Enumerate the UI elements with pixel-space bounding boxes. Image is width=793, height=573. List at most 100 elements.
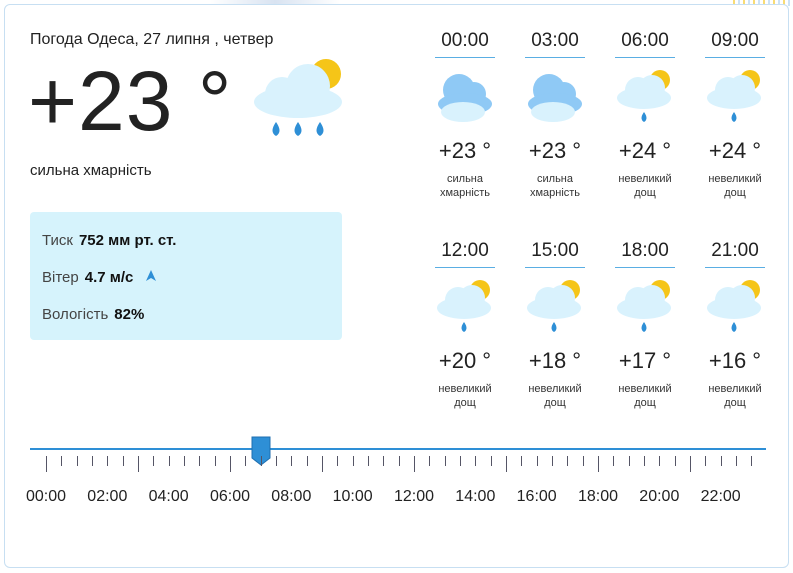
- humidity-label: Вологість: [42, 306, 109, 323]
- hour-temperature: +16 °: [708, 348, 762, 373]
- hour-divider: [525, 57, 585, 58]
- hour-condition: невеликий дощ: [618, 173, 672, 199]
- hour-temperature: +18 °: [528, 348, 582, 373]
- slider-tick: [276, 456, 277, 466]
- slider-tick: [674, 456, 676, 466]
- slider-tick: [92, 456, 93, 466]
- hour-cell[interactable]: 09:00 +24 ° невеликий дощ: [700, 28, 770, 200]
- wind-value: 4.7 м/с: [84, 269, 134, 286]
- hour-condition: сильна хмарність: [439, 173, 491, 199]
- slider-tick: [122, 456, 124, 466]
- cloud-icon: [438, 74, 492, 122]
- wind-direction-icon: [145, 270, 156, 281]
- hour-temperature: +20 °: [438, 348, 492, 373]
- pressure-value: 752 мм рт. ст.: [78, 232, 177, 249]
- slider-tick: [506, 456, 507, 472]
- slider-track[interactable]: [30, 448, 766, 450]
- hour-cell[interactable]: 03:00 +23 ° сильна хмарність: [520, 28, 590, 200]
- slider-tick: [659, 456, 661, 466]
- hour-condition: сильна хмарність: [529, 173, 581, 199]
- slider-tick: [628, 456, 630, 466]
- slider-tick: [322, 456, 323, 472]
- slider-time-label[interactable]: 14:00: [455, 488, 495, 506]
- hour-divider: [705, 57, 765, 58]
- slider-tick: [490, 456, 492, 466]
- cloud-sun-rain-icon: [617, 280, 671, 332]
- slider-tick: [168, 456, 170, 466]
- hour-cell[interactable]: 12:00 +20 ° невеликий дощ: [430, 238, 500, 410]
- cloud-sun-rain-icon: [527, 280, 581, 332]
- slider-time-label[interactable]: 10:00: [333, 488, 373, 506]
- slider-time-label[interactable]: 16:00: [517, 488, 557, 506]
- slider-tick: [260, 456, 262, 466]
- hour-condition: невеликий дощ: [618, 383, 672, 409]
- hour-cell[interactable]: 00:00 +23 ° сильна хмарність: [430, 28, 500, 200]
- slider-time-label[interactable]: 22:00: [701, 488, 741, 506]
- current-temperature: +23 °: [28, 54, 233, 148]
- slider-tick: [444, 456, 446, 466]
- slider-tick: [337, 456, 339, 466]
- slider-tick: [153, 456, 155, 466]
- hour-cell[interactable]: 06:00 +24 ° невеликий дощ: [610, 28, 680, 200]
- slider-tick: [414, 456, 415, 472]
- humidity-value: 82%: [114, 306, 145, 323]
- details-panel: Тиск 752 мм рт. ст. Вітер 4.7 м/с Вологіст…: [30, 212, 342, 340]
- slider-tick: [184, 456, 185, 466]
- slider-time-label[interactable]: 20:00: [639, 488, 679, 506]
- hour-time: 15:00: [531, 240, 579, 261]
- slider-tick: [613, 456, 615, 466]
- slider-tick: [429, 456, 431, 466]
- slider-tick: [705, 456, 707, 466]
- hour-time: 12:00: [441, 240, 489, 261]
- slider-tick: [352, 456, 354, 466]
- cloud-sun-rain-icon: [617, 70, 671, 122]
- cloud-icon: [528, 74, 582, 122]
- hour-cell[interactable]: 18:00 +17 ° невеликий дощ: [610, 238, 680, 410]
- hour-cell[interactable]: 21:00 +16 ° невеликий дощ: [700, 238, 770, 410]
- hour-temperature: +23 °: [528, 138, 582, 163]
- slider-time-label[interactable]: 12:00: [394, 488, 434, 506]
- slider-time-label[interactable]: 00:00: [26, 488, 66, 506]
- time-slider[interactable]: 00:00 02:00 04:00 06:00 08:00 10:00 12:00 14:00…: [26, 430, 766, 520]
- hour-condition: невеликий дощ: [528, 383, 582, 409]
- slider-tick: [460, 456, 461, 466]
- slider-tick: [199, 456, 201, 466]
- slider-tick: [245, 456, 247, 466]
- hour-divider: [435, 57, 495, 58]
- hour-condition: невеликий дощ: [708, 173, 762, 199]
- hour-temperature: +23 °: [438, 138, 492, 163]
- hour-divider: [705, 267, 765, 268]
- slider-time-label[interactable]: 18:00: [578, 488, 618, 506]
- wind-row: Вітер 4.7 м/с: [42, 269, 156, 286]
- slider-time-label[interactable]: 08:00: [271, 488, 311, 506]
- slider-tick: [582, 456, 584, 466]
- slider-tick: [567, 456, 569, 466]
- slider-time-label[interactable]: 06:00: [210, 488, 250, 506]
- slider-tick: [230, 456, 231, 472]
- slider-tick: [598, 456, 599, 472]
- humidity-row: Вологість 82%: [42, 306, 144, 323]
- hour-time: 00:00: [441, 30, 489, 51]
- pressure-row: Тиск 752 мм рт. ст.: [42, 232, 176, 249]
- slider-tick: [536, 456, 538, 466]
- slider-time-label[interactable]: 02:00: [87, 488, 127, 506]
- slider-tick: [76, 456, 78, 466]
- cloud-sun-rain-icon: [707, 280, 761, 332]
- slider-tick: [383, 456, 385, 466]
- slider-time-label[interactable]: 04:00: [149, 488, 189, 506]
- slider-tick: [107, 456, 109, 466]
- hour-cell[interactable]: 15:00 +18 ° невеликий дощ: [520, 238, 590, 410]
- slider-tick: [690, 456, 691, 472]
- hour-temperature: +17 °: [618, 348, 672, 373]
- hour-time: 18:00: [621, 240, 669, 261]
- hour-divider: [615, 267, 675, 268]
- wind-label: Вітер: [42, 269, 79, 286]
- hour-divider: [435, 267, 495, 268]
- pressure-label: Тиск: [42, 232, 73, 249]
- hour-divider: [525, 267, 585, 268]
- slider-tick: [521, 456, 523, 466]
- hour-condition: невеликий дощ: [708, 383, 762, 409]
- slider-tick: [644, 456, 645, 466]
- slider-tick: [214, 456, 216, 466]
- slider-tick: [720, 456, 722, 466]
